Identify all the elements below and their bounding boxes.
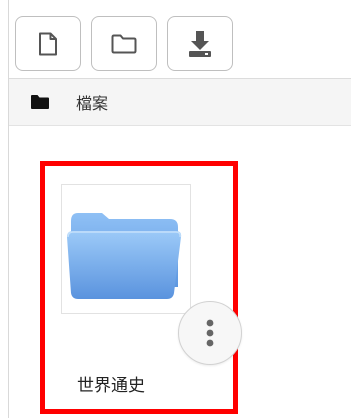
breadcrumb: 檔案	[9, 79, 351, 126]
toolbar	[9, 0, 351, 79]
breadcrumb-label[interactable]: 檔案	[76, 90, 108, 114]
folder-name[interactable]: 世界通史	[77, 371, 145, 396]
new-folder-button[interactable]	[91, 16, 157, 71]
folder-card[interactable]: 世界通史	[40, 161, 242, 414]
file-manager: 檔案 世界通史	[0, 0, 351, 418]
new-file-button[interactable]	[15, 16, 81, 71]
download-button[interactable]	[167, 16, 233, 71]
folder-icon	[67, 213, 182, 299]
folder-thumbnail[interactable]	[61, 184, 242, 365]
more-vertical-icon	[206, 319, 214, 347]
folder-icon	[30, 94, 50, 110]
new-folder-icon	[111, 34, 137, 53]
download-icon	[189, 30, 211, 57]
new-file-icon	[39, 32, 57, 55]
folder-more-button[interactable]	[178, 301, 242, 365]
